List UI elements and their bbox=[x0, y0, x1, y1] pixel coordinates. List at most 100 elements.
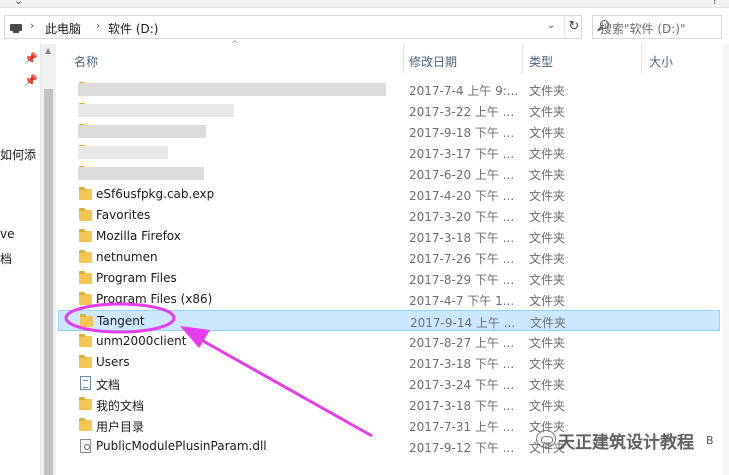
file-row[interactable]: Favorites 2017-3-20 下午 ... 文件夹 bbox=[58, 205, 720, 226]
redacted-file-name[interactable] bbox=[78, 125, 206, 138]
file-date: 2017-9-12 下午 ... bbox=[409, 441, 515, 455]
content-scrollbar[interactable] bbox=[722, 44, 729, 475]
column-divider[interactable] bbox=[403, 44, 404, 74]
file-type: 文件夹 bbox=[530, 316, 567, 330]
ribbon-edge: ⌄ ? bbox=[0, 0, 729, 8]
refresh-button[interactable]: ↻ bbox=[564, 16, 583, 38]
nav-scrollbar[interactable]: ▲ bbox=[40, 44, 56, 475]
this-pc-icon bbox=[10, 24, 22, 33]
navigation-pane: 📌 📌 如何添 ve 档 bbox=[0, 44, 40, 475]
file-name[interactable]: Favorites bbox=[96, 208, 150, 222]
file-row[interactable]: 2017-9-18 下午 ... 文件夹 bbox=[58, 121, 720, 142]
file-row[interactable]: 我的文档 2017-3-18 下午 ... 文件夹 bbox=[58, 394, 720, 415]
file-name[interactable]: eSf6usfpkg.cab.exp bbox=[96, 187, 214, 201]
file-date: 2017-3-24 下午 ... bbox=[409, 378, 515, 392]
file-date: 2017-3-18 下午 ... bbox=[409, 399, 515, 413]
file-name[interactable]: 文档 bbox=[96, 376, 120, 393]
column-header-size[interactable]: 大小 bbox=[649, 44, 719, 74]
file-type: 文件夹 bbox=[529, 357, 566, 371]
column-divider[interactable] bbox=[641, 44, 642, 74]
file-date: 2017-4-7 下午 1... bbox=[409, 294, 515, 308]
breadcrumb-this-pc[interactable]: 此电脑 bbox=[45, 20, 81, 37]
file-date: 2017-8-29 下午 ... bbox=[409, 273, 515, 287]
nav-item-label[interactable]: 档 bbox=[0, 250, 12, 267]
file-name[interactable]: unm2000client bbox=[96, 334, 186, 348]
file-name[interactable]: Program Files bbox=[96, 271, 177, 285]
file-row[interactable]: Tangent 2017-9-14 上午 ... 文件夹 bbox=[58, 310, 720, 331]
file-row[interactable]: 2017-6-20 上午 ... 文件夹 bbox=[58, 163, 720, 184]
file-name[interactable]: Users bbox=[96, 355, 130, 369]
help-icon[interactable]: ? bbox=[712, 0, 718, 7]
folder-icon bbox=[80, 314, 93, 327]
watermark-text: 天正建筑设计教程 bbox=[558, 433, 694, 453]
file-row[interactable]: Users 2017-3-18 下午 ... 文件夹 bbox=[58, 352, 720, 373]
file-row[interactable]: 文档 2017-3-24 下午 ... 文件夹 bbox=[58, 373, 720, 394]
file-type: 文件夹 bbox=[529, 294, 566, 308]
file-type: 文件夹 bbox=[529, 189, 566, 203]
search-placeholder: 搜索"软件 (D:)" bbox=[600, 22, 686, 36]
pin-icon[interactable]: 📌 bbox=[24, 74, 38, 87]
file-date: 2017-7-31 上午 ... bbox=[409, 420, 515, 434]
document-folder-icon bbox=[80, 376, 91, 390]
folder-icon bbox=[79, 355, 92, 368]
file-type: 文件夹 bbox=[529, 126, 566, 140]
file-type: 文件夹 bbox=[529, 168, 566, 182]
folder-icon bbox=[79, 418, 92, 431]
file-date: 2017-3-22 上午 ... bbox=[409, 105, 515, 119]
chevron-right-icon[interactable]: › bbox=[30, 19, 34, 32]
address-dropdown-icon[interactable]: ⌄ bbox=[547, 20, 555, 31]
file-type: 文件夹 bbox=[529, 84, 566, 98]
file-row[interactable]: 2017-3-22 上午 ... 文件夹 bbox=[58, 100, 720, 121]
file-date: 2017-8-27 上午 ... bbox=[409, 336, 515, 350]
scroll-up-icon[interactable]: ▲ bbox=[45, 46, 51, 55]
breadcrumb-drive-d[interactable]: 软件 (D:) bbox=[108, 20, 158, 37]
file-row[interactable]: netnumen 2017-7-26 下午 ... 文件夹 bbox=[58, 247, 720, 268]
file-name[interactable]: Program Files (x86) bbox=[96, 292, 212, 306]
nav-scrollbar-thumb[interactable] bbox=[44, 89, 53, 475]
file-name[interactable]: 我的文档 bbox=[96, 397, 144, 414]
file-name[interactable]: Tangent bbox=[97, 314, 145, 328]
nav-item-label[interactable]: 如何添 bbox=[0, 146, 36, 163]
address-row: › 此电脑 › 软件 (D:) ⌄ ↻ 搜索"软件 (D:)" bbox=[0, 12, 729, 42]
watermark-tail: B bbox=[706, 434, 714, 447]
column-divider[interactable] bbox=[522, 44, 523, 74]
file-row[interactable]: Mozilla Firefox 2017-3-18 下午 ... 文件夹 bbox=[58, 226, 720, 247]
file-name[interactable]: 用户目录 bbox=[96, 418, 144, 435]
file-date: 2017-3-18 下午 ... bbox=[409, 231, 515, 245]
file-row[interactable]: eSf6usfpkg.cab.exp 2017-4-20 下午 ... 文件夹 bbox=[58, 184, 720, 205]
file-name[interactable]: PublicModulePlusinParam.dll bbox=[96, 439, 267, 453]
file-date: 2017-3-20 下午 ... bbox=[409, 210, 515, 224]
file-type: 文件夹 bbox=[529, 378, 566, 392]
column-header-name[interactable]: 名称 bbox=[74, 44, 402, 74]
redacted-file-name[interactable] bbox=[78, 104, 234, 117]
redacted-file-name[interactable] bbox=[78, 146, 168, 159]
column-header-date[interactable]: 修改日期 bbox=[409, 44, 521, 74]
address-bar[interactable]: › 此电脑 › 软件 (D:) ⌄ ↻ bbox=[4, 15, 582, 39]
redacted-file-name[interactable] bbox=[78, 83, 386, 96]
file-row[interactable]: Program Files 2017-8-29 下午 ... 文件夹 bbox=[58, 268, 720, 289]
file-name[interactable]: netnumen bbox=[96, 250, 158, 264]
ribbon-chevron-icon[interactable]: ⌄ bbox=[14, 0, 23, 7]
chevron-right-icon[interactable]: › bbox=[96, 19, 100, 32]
folder-icon bbox=[79, 334, 92, 347]
column-header-type[interactable]: 类型 bbox=[529, 44, 639, 74]
file-name[interactable]: Mozilla Firefox bbox=[96, 229, 181, 243]
search-input[interactable]: 搜索"软件 (D:)" bbox=[592, 15, 722, 39]
file-date: 2017-7-26 下午 ... bbox=[409, 252, 515, 266]
file-row[interactable]: Program Files (x86) 2017-4-7 下午 1... 文件夹 bbox=[58, 289, 720, 310]
nav-item-label[interactable]: ve bbox=[0, 227, 14, 241]
folder-icon bbox=[79, 397, 92, 410]
file-type: 文件夹 bbox=[529, 336, 566, 350]
file-row[interactable]: unm2000client 2017-8-27 上午 ... 文件夹 bbox=[58, 331, 720, 352]
file-type: 文件夹 bbox=[529, 399, 566, 413]
file-row[interactable]: 2017-3-17 下午 ... 文件夹 bbox=[58, 142, 720, 163]
file-row[interactable]: 2017-7-4 上午 9:... 文件夹 bbox=[58, 79, 720, 100]
pin-icon[interactable]: 📌 bbox=[24, 52, 38, 65]
file-date: 2017-4-20 下午 ... bbox=[409, 189, 515, 203]
file-date: 2017-3-18 下午 ... bbox=[409, 357, 515, 371]
search-icon[interactable] bbox=[600, 20, 609, 29]
file-date: 2017-3-17 下午 ... bbox=[409, 147, 515, 161]
file-date: 2017-6-20 上午 ... bbox=[409, 168, 515, 182]
redacted-file-name[interactable] bbox=[78, 167, 204, 180]
file-type: 文件夹 bbox=[529, 231, 566, 245]
